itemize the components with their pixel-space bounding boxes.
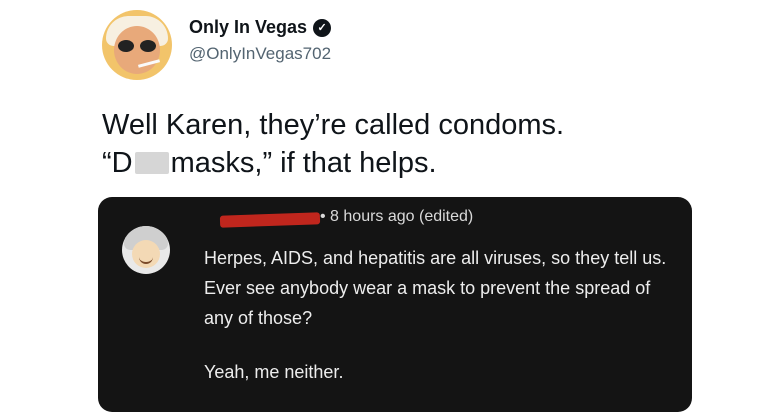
comment-meta: • 8 hours ago (edited): [320, 208, 474, 225]
author-handle[interactable]: @OnlyInVegas702: [189, 44, 331, 64]
tweet-text: Well Karen, they’re called condoms. “D ma…: [102, 106, 564, 182]
comment-body: Herpes, AIDS, and hepatitis are all viru…: [204, 243, 674, 387]
comment-paragraph-2: Yeah, me neither.: [204, 362, 344, 382]
tweet-line-2-end: masks,” if that helps.: [170, 147, 437, 179]
embedded-comment-screenshot[interactable]: • 8 hours ago (edited) Herpes, AIDS, and…: [98, 197, 692, 412]
censor-blur: [134, 152, 169, 174]
commenter-avatar: [122, 226, 170, 274]
tweet-line-1: Well Karen, they’re called condoms.: [102, 109, 565, 141]
comment-paragraph-1: Herpes, AIDS, and hepatitis are all viru…: [204, 248, 667, 328]
avatar-sunglasses: [118, 40, 156, 52]
author-display-name[interactable]: Only In Vegas: [189, 17, 307, 38]
tweet-card: Only In Vegas ✓ @OnlyInVegas702 Well Kar…: [0, 0, 768, 412]
tweet-line-2: “D masks,” if that helps.: [102, 144, 564, 182]
username-redaction: [219, 212, 321, 228]
tweet-line-2-start: “D: [102, 147, 133, 179]
verified-badge-icon: ✓: [313, 18, 332, 37]
author-avatar[interactable]: [102, 10, 172, 80]
author-name-row[interactable]: Only In Vegas ✓: [189, 17, 332, 38]
